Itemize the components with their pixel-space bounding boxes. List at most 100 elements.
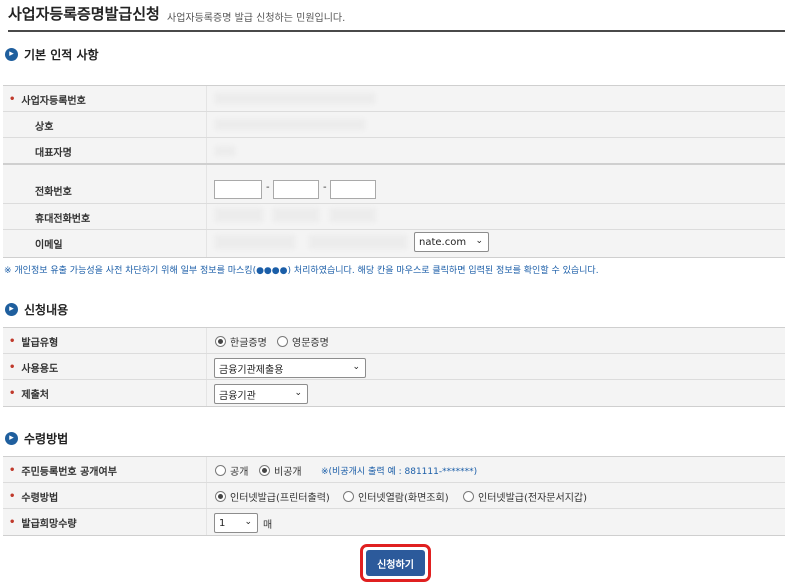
row-divider bbox=[3, 379, 785, 380]
radio-icon[interactable] bbox=[343, 491, 354, 502]
row-divider bbox=[3, 508, 785, 509]
email-domain-value: nate.com bbox=[419, 236, 467, 248]
option-label: 인터넷열람(화면조회) bbox=[358, 493, 449, 504]
radio-selected-icon[interactable] bbox=[259, 465, 270, 476]
purpose-value: 금융기관제출용 bbox=[219, 364, 284, 376]
receive-method-label: • 수령방법 bbox=[9, 489, 58, 504]
quantity-label-text: 발급희망수량 bbox=[21, 519, 77, 530]
option-label: 비공개 bbox=[274, 467, 302, 478]
issue-type-label: • 발급유형 bbox=[9, 334, 58, 349]
rrn-disclosure-label-text: 주민등록번호 공개여부 bbox=[21, 467, 117, 478]
radio-selected-icon[interactable] bbox=[215, 491, 226, 502]
group-divider bbox=[3, 163, 785, 165]
circle-arrow-icon: ▸ bbox=[5, 302, 18, 316]
submit-button[interactable]: 신청하기 bbox=[366, 550, 425, 576]
basic-info-table: • 사업자등록번호 상호 대표자명 전화번호 - - 휴대전화번호 이메일 na… bbox=[3, 85, 785, 258]
masked-business-number[interactable] bbox=[215, 93, 375, 104]
radio-icon[interactable] bbox=[463, 491, 474, 502]
method-wallet-option[interactable]: 인터넷발급(전자문서지갑) bbox=[463, 489, 587, 504]
submit-to-label-text: 제출처 bbox=[21, 390, 50, 401]
section-title-basic: 기본 인적 사항 bbox=[24, 47, 99, 62]
business-number-label-text: 사업자등록번호 bbox=[21, 96, 86, 107]
chevron-down-icon: ⌄ bbox=[244, 517, 252, 527]
phone-separator: - bbox=[266, 182, 270, 193]
phone-field-3[interactable] bbox=[330, 180, 376, 199]
company-name-label: 상호 bbox=[35, 122, 54, 133]
request-table: • 발급유형 한글증명 영문증명 • 사용용도 금융기관제출용 ⌄ • 제출처 … bbox=[3, 327, 785, 407]
page-title: 사업자등록증명발급신청 bbox=[8, 5, 160, 23]
option-label: 인터넷발급(프린터출력) bbox=[230, 493, 330, 504]
required-mark: • bbox=[9, 388, 16, 399]
required-mark: • bbox=[9, 362, 16, 373]
radio-icon[interactable] bbox=[215, 465, 226, 476]
mobile-label: 휴대전화번호 bbox=[35, 214, 91, 225]
option-label: 인터넷발급(전자문서지갑) bbox=[478, 493, 588, 504]
purpose-label-text: 사용용도 bbox=[21, 364, 59, 375]
masked-mobile-3[interactable] bbox=[330, 208, 376, 222]
chevron-down-icon: ⌄ bbox=[475, 236, 483, 246]
masked-representative[interactable] bbox=[215, 146, 235, 156]
required-mark: • bbox=[9, 336, 16, 347]
purpose-select[interactable]: 금융기관제출용 ⌄ bbox=[214, 358, 366, 378]
quantity-select[interactable]: 1 ⌄ bbox=[214, 513, 258, 533]
chevron-down-icon: ⌄ bbox=[352, 362, 360, 372]
section-title-receive: 수령방법 bbox=[24, 431, 69, 446]
quantity-value: 1 bbox=[219, 517, 226, 529]
rrn-public-option[interactable]: 공개 bbox=[215, 463, 248, 478]
title-divider bbox=[8, 30, 785, 32]
required-mark: • bbox=[9, 517, 16, 528]
receive-table: • 주민등록번호 공개여부 공개 비공개 ※(비공개시 출력 예 : 88111… bbox=[3, 456, 785, 536]
row-divider bbox=[3, 353, 785, 354]
submit-to-label: • 제출처 bbox=[9, 386, 49, 401]
required-mark: • bbox=[9, 491, 16, 502]
section-header-receive: ▸ 수령방법 bbox=[5, 430, 68, 446]
method-print-option[interactable]: 인터넷발급(프린터출력) bbox=[215, 489, 330, 504]
masked-email-id[interactable] bbox=[215, 235, 295, 249]
column-divider bbox=[206, 457, 207, 535]
representative-label: 대표자명 bbox=[35, 148, 72, 159]
option-label: 영문증명 bbox=[292, 338, 329, 349]
radio-icon[interactable] bbox=[277, 336, 288, 347]
quantity-unit: 매 bbox=[263, 520, 273, 531]
option-label: 한글증명 bbox=[230, 338, 267, 349]
email-domain-select[interactable]: nate.com ⌄ bbox=[414, 232, 489, 252]
phone-label: 전화번호 bbox=[35, 187, 72, 198]
business-number-label: • 사업자등록번호 bbox=[9, 92, 86, 107]
email-label: 이메일 bbox=[35, 240, 63, 251]
masked-email-domain[interactable] bbox=[309, 235, 407, 249]
receive-method-label-text: 수령방법 bbox=[21, 493, 59, 504]
quantity-label: • 발급희망수량 bbox=[9, 515, 77, 530]
masked-mobile-2[interactable] bbox=[273, 208, 319, 222]
masked-company-name[interactable] bbox=[215, 119, 365, 130]
phone-field-2[interactable] bbox=[273, 180, 319, 199]
method-view-option[interactable]: 인터넷열람(화면조회) bbox=[343, 489, 449, 504]
circle-arrow-icon: ▸ bbox=[5, 431, 18, 445]
row-divider bbox=[3, 137, 785, 138]
row-divider bbox=[3, 482, 785, 483]
purpose-label: • 사용용도 bbox=[9, 360, 58, 375]
required-mark: • bbox=[9, 94, 16, 105]
submit-highlight: 신청하기 bbox=[360, 544, 431, 582]
rrn-private-option[interactable]: 비공개 bbox=[259, 463, 302, 478]
row-divider bbox=[3, 229, 785, 230]
masked-mobile-1[interactable] bbox=[215, 208, 263, 222]
rrn-example-note: ※(비공개시 출력 예 : 881111-*******) bbox=[321, 467, 478, 477]
phone-field-1[interactable] bbox=[214, 180, 262, 199]
section-header-basic: ▸ 기본 인적 사항 bbox=[5, 46, 99, 62]
page-subtitle: 사업자등록증명 발급 신청하는 민원입니다. bbox=[167, 13, 346, 24]
issue-type-english-option[interactable]: 영문증명 bbox=[277, 334, 329, 349]
submit-to-select[interactable]: 금융기관 ⌄ bbox=[214, 384, 308, 404]
circle-arrow-icon: ▸ bbox=[5, 47, 18, 61]
submit-to-value: 금융기관 bbox=[219, 390, 256, 402]
section-title-request: 신청내용 bbox=[24, 302, 69, 317]
issue-type-korean-option[interactable]: 한글증명 bbox=[215, 334, 267, 349]
phone-separator: - bbox=[323, 182, 327, 193]
rrn-disclosure-label: • 주민등록번호 공개여부 bbox=[9, 463, 117, 478]
chevron-down-icon: ⌄ bbox=[294, 388, 302, 398]
required-mark: • bbox=[9, 465, 16, 476]
column-divider bbox=[206, 328, 207, 406]
section-header-request: ▸ 신청내용 bbox=[5, 301, 68, 317]
radio-selected-icon[interactable] bbox=[215, 336, 226, 347]
row-divider bbox=[3, 203, 785, 204]
row-divider bbox=[3, 111, 785, 112]
